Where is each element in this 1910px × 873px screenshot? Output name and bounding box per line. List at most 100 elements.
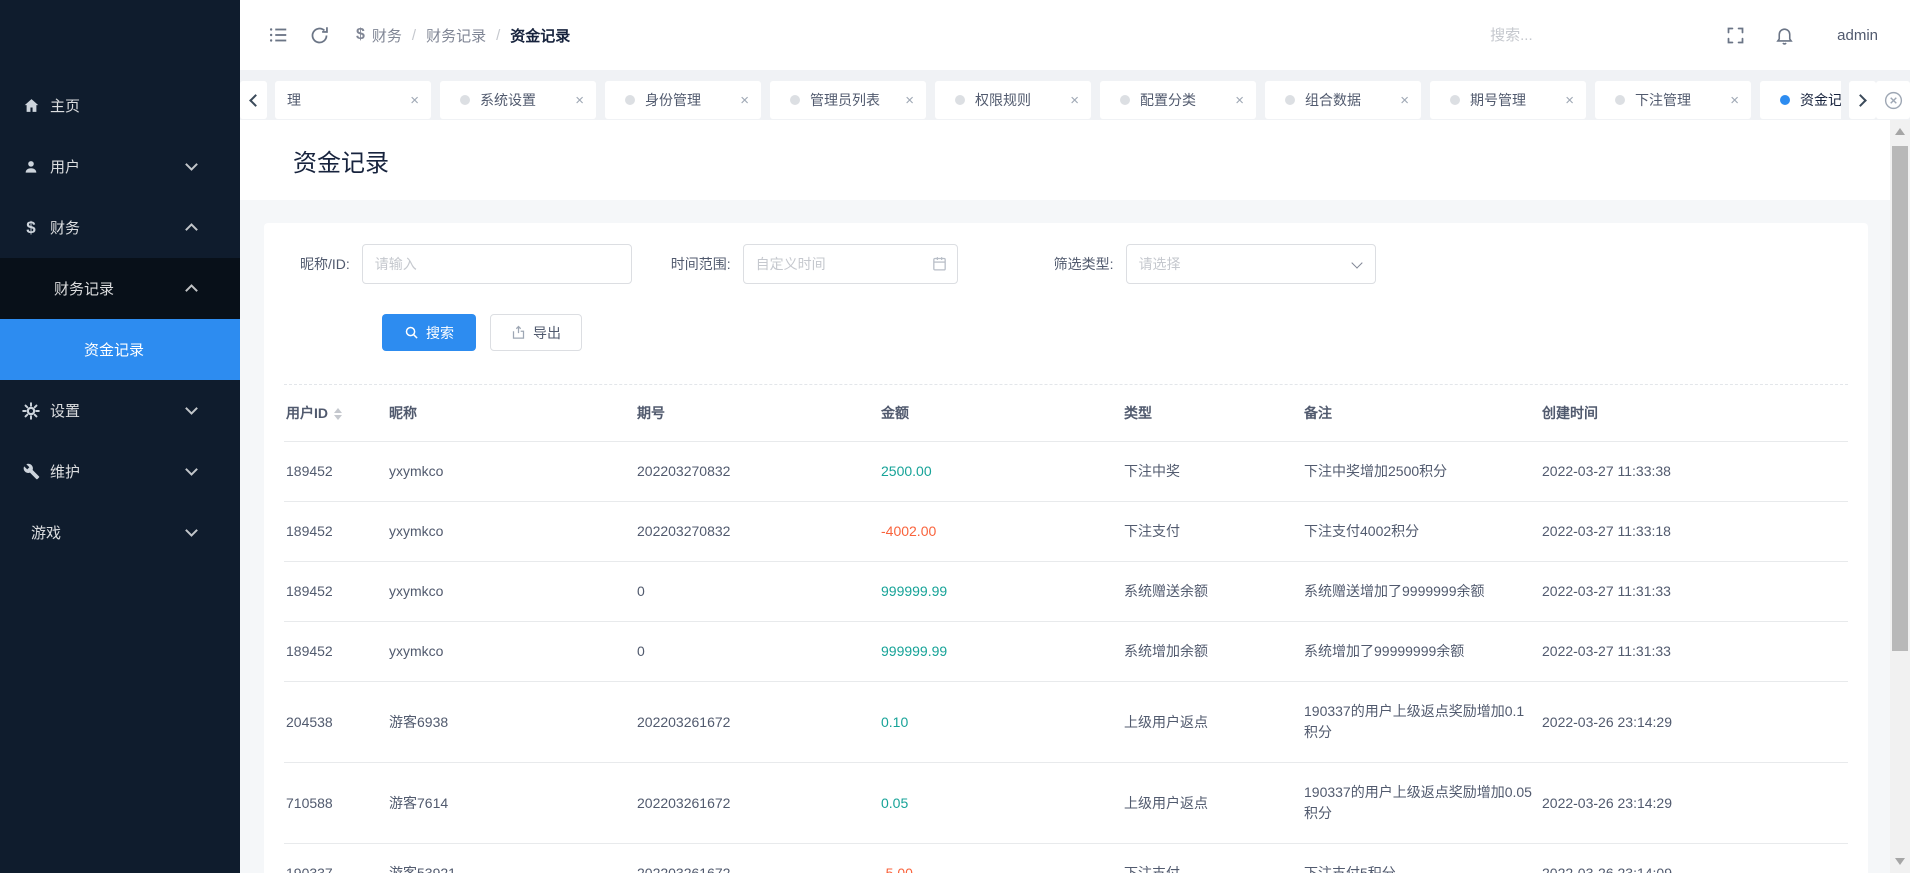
column-created: 创建时间 bbox=[1542, 405, 1598, 421]
table-header-row: 用户ID 昵称 期号 金额 类型 备注 创建时间 bbox=[284, 385, 1848, 442]
page-title: 资金记录 bbox=[293, 149, 389, 177]
breadcrumb-finance-records[interactable]: 财务记录 bbox=[426, 25, 486, 46]
tab-dot-icon bbox=[1285, 95, 1295, 105]
cell-period: 202203270832 bbox=[635, 441, 879, 502]
sort-icon[interactable] bbox=[334, 408, 342, 421]
sidebar-item-maintenance[interactable]: 维护 bbox=[0, 441, 240, 502]
sidebar-item-home[interactable]: 主页 bbox=[0, 75, 240, 136]
sidebar-item-finance-records[interactable]: 财务记录 bbox=[0, 258, 240, 319]
sidebar-item-label: 主页 bbox=[50, 98, 81, 115]
tab-close-icon[interactable]: × bbox=[410, 92, 419, 109]
cell-nickname: yxymkco bbox=[387, 441, 635, 502]
scrollbar-down-arrow[interactable] bbox=[1895, 858, 1905, 865]
sidebar-item-fund-records[interactable]: 资金记录 bbox=[0, 319, 240, 380]
cell-user-id: 204538 bbox=[284, 681, 387, 763]
tab-close-icon[interactable]: × bbox=[740, 92, 749, 109]
sidebar-item-label: 财务记录 bbox=[54, 281, 115, 298]
tab[interactable]: 理 × bbox=[275, 81, 431, 119]
sidebar-item-label: 用户 bbox=[50, 159, 81, 176]
tab[interactable]: 身份管理 × bbox=[605, 81, 761, 119]
column-amount: 金额 bbox=[881, 405, 909, 421]
filter-row: 昵称/ID: 时间范围: 筛选类型: 请选择 bbox=[300, 223, 1868, 284]
tab-close-icon[interactable]: × bbox=[905, 92, 914, 109]
column-period: 期号 bbox=[637, 405, 665, 421]
table-row: 710588 游客7614 202203261672 0.05 上级用户返点 1… bbox=[284, 762, 1848, 844]
tab-label: 配置分类 bbox=[1140, 92, 1196, 108]
tab-close-icon[interactable]: × bbox=[1565, 92, 1574, 109]
fullscreen-icon[interactable] bbox=[1725, 25, 1746, 46]
filter-type-label: 筛选类型: bbox=[1053, 256, 1114, 272]
cell-remark: 下注支付5积分 bbox=[1302, 843, 1540, 873]
tab[interactable]: 权限规则 × bbox=[935, 81, 1091, 119]
tab-dot-icon bbox=[790, 95, 800, 105]
cell-created: 2022-03-27 11:31:33 bbox=[1540, 561, 1848, 622]
sidebar-item-games[interactable]: 游戏 bbox=[0, 502, 240, 563]
tab-close-icon[interactable]: × bbox=[575, 92, 584, 109]
cell-amount: -4002.00 bbox=[879, 501, 1122, 562]
refresh-icon[interactable] bbox=[309, 25, 330, 46]
sidebar-item-settings[interactable]: 设置 bbox=[0, 380, 240, 441]
tab[interactable]: 配置分类 × bbox=[1100, 81, 1256, 119]
filter-type-select[interactable]: 请选择 bbox=[1125, 244, 1376, 284]
tab-label: 身份管理 bbox=[645, 92, 701, 108]
table-row: 189452 yxymkco 0 999999.99 系统赠送余额 系统赠送增加… bbox=[284, 561, 1848, 622]
cell-user-id: 190337 bbox=[284, 843, 387, 873]
tab[interactable]: 期号管理 × bbox=[1430, 81, 1586, 119]
tab-close-icon[interactable]: × bbox=[1730, 92, 1739, 109]
sidebar-item-label: 游戏 bbox=[31, 525, 62, 542]
tab[interactable]: 资金记录 × bbox=[1760, 81, 1841, 119]
close-all-tabs-button[interactable] bbox=[1876, 81, 1910, 119]
home-icon bbox=[22, 97, 40, 115]
user-menu[interactable]: admin bbox=[1837, 27, 1878, 44]
search-button[interactable]: 搜索 bbox=[382, 314, 476, 351]
cell-period: 202203261672 bbox=[635, 762, 879, 844]
tab[interactable]: 下注管理 × bbox=[1595, 81, 1751, 119]
scrollbar-up-arrow[interactable] bbox=[1895, 128, 1905, 135]
export-button-label: 导出 bbox=[533, 324, 561, 341]
tab-close-icon[interactable]: × bbox=[1070, 92, 1079, 109]
cell-remark: 190337的用户上级返点奖励增加0.05积分 bbox=[1302, 762, 1540, 844]
tab-close-icon[interactable]: × bbox=[1400, 92, 1409, 109]
export-button[interactable]: 导出 bbox=[490, 314, 582, 351]
breadcrumb-finance[interactable]: 财务 bbox=[372, 25, 402, 46]
chevron-up-icon bbox=[185, 223, 198, 236]
actions-row: 搜索 导出 bbox=[382, 314, 1868, 351]
time-range-input[interactable] bbox=[742, 244, 958, 284]
cell-type: 上级用户返点 bbox=[1122, 681, 1302, 763]
sidebar-item-finance[interactable]: $ 财务 bbox=[0, 197, 240, 258]
cell-user-id: 189452 bbox=[284, 561, 387, 622]
cell-type: 上级用户返点 bbox=[1122, 762, 1302, 844]
scrollbar-thumb[interactable] bbox=[1892, 146, 1908, 651]
cell-type: 系统增加余额 bbox=[1122, 621, 1302, 682]
cell-created: 2022-03-27 11:33:18 bbox=[1540, 501, 1848, 562]
chevron-right-icon bbox=[1854, 93, 1867, 107]
column-type: 类型 bbox=[1124, 405, 1152, 421]
table-row: 189452 yxymkco 0 999999.99 系统增加余额 系统增加了9… bbox=[284, 621, 1848, 682]
tab-dot-icon bbox=[1780, 95, 1790, 105]
column-user-id[interactable]: 用户ID bbox=[284, 385, 387, 442]
cell-nickname: 游客7614 bbox=[387, 762, 635, 844]
sidebar-item-label: 资金记录 bbox=[84, 342, 145, 359]
nickname-input[interactable] bbox=[361, 244, 632, 284]
tabs-scroll-right-button[interactable] bbox=[1849, 81, 1876, 119]
cell-period: 202203261672 bbox=[635, 681, 879, 763]
gear-icon bbox=[22, 401, 40, 420]
tab[interactable]: 系统设置 × bbox=[440, 81, 596, 119]
tab-label: 系统设置 bbox=[480, 92, 536, 108]
top-header: $ 财务 / 财务记录 / 资金记录 admin bbox=[240, 0, 1910, 70]
global-search-input[interactable] bbox=[1490, 26, 1726, 44]
tab-label: 理 bbox=[287, 92, 301, 108]
cell-amount: -5.00 bbox=[879, 843, 1122, 873]
main-content: 资金记录 昵称/ID: 时间范围: 筛选类型: 请选择 搜索 bbox=[240, 120, 1890, 873]
chevron-down-icon bbox=[185, 402, 198, 415]
collapse-menu-icon[interactable] bbox=[267, 24, 289, 46]
tab-close-icon[interactable]: × bbox=[1235, 92, 1244, 109]
bell-icon[interactable] bbox=[1774, 25, 1795, 46]
cell-period: 0 bbox=[635, 561, 879, 622]
tabs-scroll-left-button[interactable] bbox=[240, 81, 267, 119]
tab[interactable]: 管理员列表 × bbox=[770, 81, 926, 119]
tab[interactable]: 组合数据 × bbox=[1265, 81, 1421, 119]
cell-created: 2022-03-26 23:14:29 bbox=[1540, 762, 1848, 844]
tab-dot-icon bbox=[1450, 95, 1460, 105]
sidebar-item-users[interactable]: 用户 bbox=[0, 136, 240, 197]
